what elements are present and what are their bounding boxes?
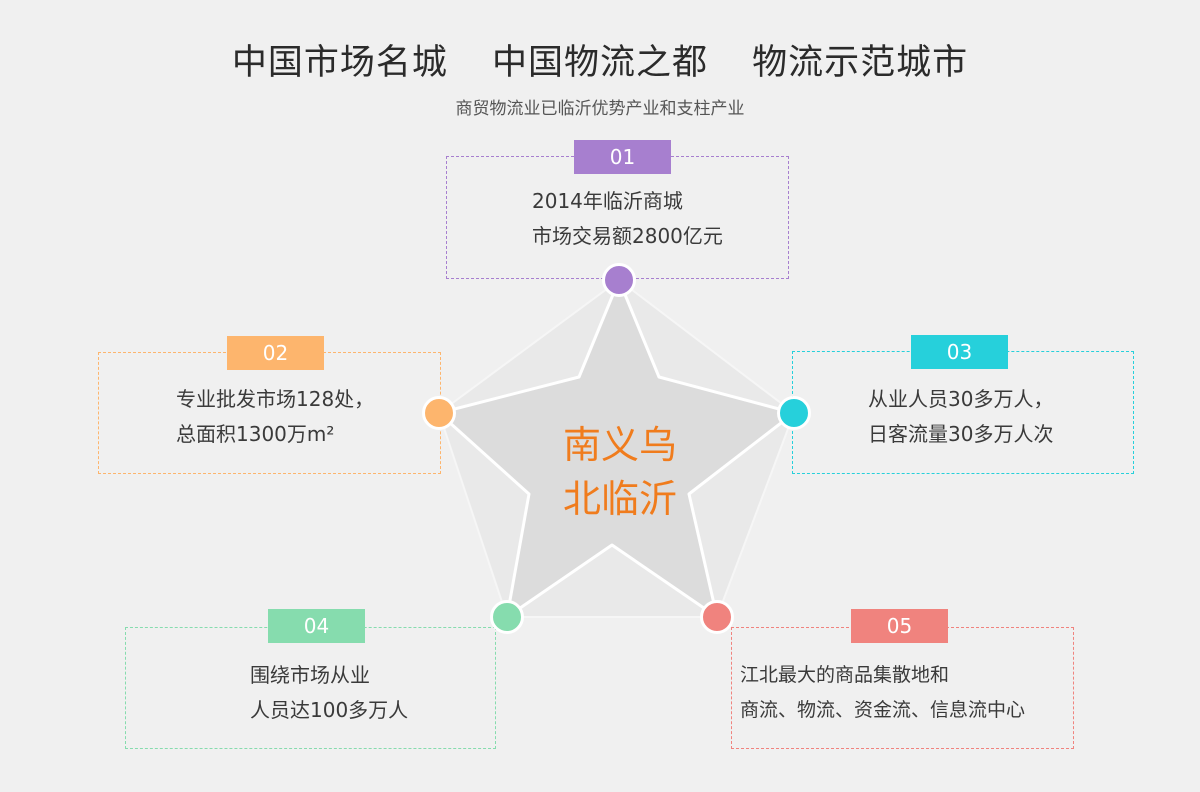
node-dot-03 [777, 396, 811, 430]
item-05-line-2: 商流、物流、资金流、信息流中心 [740, 699, 1026, 721]
item-text-04: 围绕市场从业 人员达100多万人 [250, 658, 408, 728]
center-line-2: 北临沂 [562, 477, 677, 521]
item-text-01: 2014年临沂商城 市场交易额2800亿元 [532, 184, 723, 254]
center-label: 南义乌 北临沂 [520, 418, 720, 526]
item-number-03: 03 [911, 335, 1008, 369]
item-01-line-1: 2014年临沂商城 [532, 189, 683, 213]
center-line-1: 南义乌 [562, 423, 677, 467]
item-01-line-2: 市场交易额2800亿元 [532, 224, 723, 248]
item-02-line-2: 总面积1300万m² [176, 422, 335, 446]
item-04-line-2: 人员达100多万人 [250, 698, 409, 722]
item-02-line-1: 专业批发市场128处， [176, 387, 375, 411]
item-number-05: 05 [851, 609, 948, 643]
node-dot-05 [700, 600, 734, 634]
item-05-line-1: 江北最大的商品集散地和 [740, 664, 950, 686]
node-dot-01 [602, 263, 636, 297]
item-03-line-2: 日客流量30多万人次 [868, 422, 1054, 446]
item-text-03: 从业人员30多万人， 日客流量30多万人次 [868, 382, 1053, 452]
item-number-02: 02 [227, 336, 324, 370]
item-text-05: 江北最大的商品集散地和 商流、物流、资金流、信息流中心 [740, 658, 1025, 728]
item-04-line-1: 围绕市场从业 [250, 663, 370, 687]
node-dot-04 [490, 600, 524, 634]
item-number-04: 04 [268, 609, 365, 643]
node-dot-02 [422, 396, 456, 430]
item-03-line-1: 从业人员30多万人， [868, 387, 1054, 411]
item-text-02: 专业批发市场128处， 总面积1300万m² [176, 382, 374, 452]
item-number-01: 01 [574, 140, 671, 174]
